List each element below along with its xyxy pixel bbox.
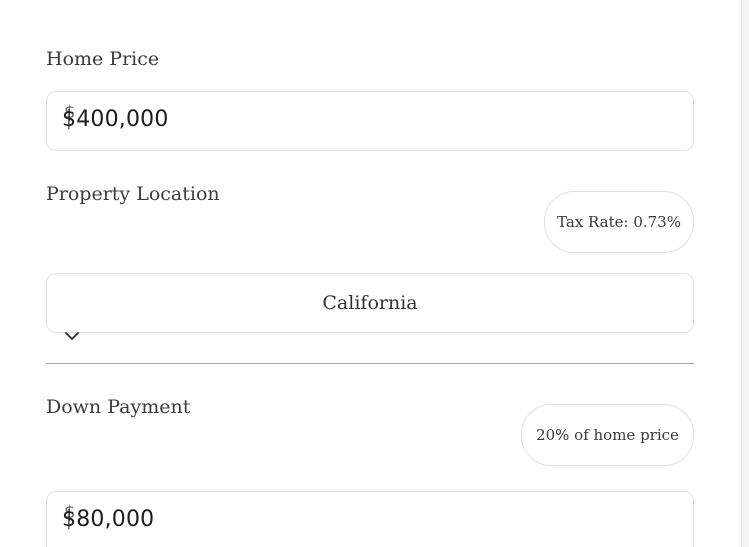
home-price-input[interactable]: $ $400,000 bbox=[46, 91, 694, 151]
state-select[interactable]: California bbox=[46, 273, 694, 333]
property-location-label: Property Location bbox=[46, 183, 220, 205]
down-payment-input[interactable]: $ $80,000 bbox=[46, 491, 694, 547]
down-payment-label: Down Payment bbox=[46, 396, 191, 418]
scrollbar[interactable] bbox=[741, 0, 749, 547]
down-payment-percent-badge: 20% of home price bbox=[521, 404, 694, 466]
tax-rate-badge: Tax Rate: 0.73% bbox=[544, 191, 694, 253]
down-payment-value[interactable]: $80,000 bbox=[62, 507, 154, 532]
home-price-value[interactable]: $400,000 bbox=[62, 107, 169, 132]
section-divider bbox=[46, 363, 694, 364]
chevron-down-icon[interactable] bbox=[64, 330, 80, 342]
home-price-label: Home Price bbox=[46, 48, 160, 70]
